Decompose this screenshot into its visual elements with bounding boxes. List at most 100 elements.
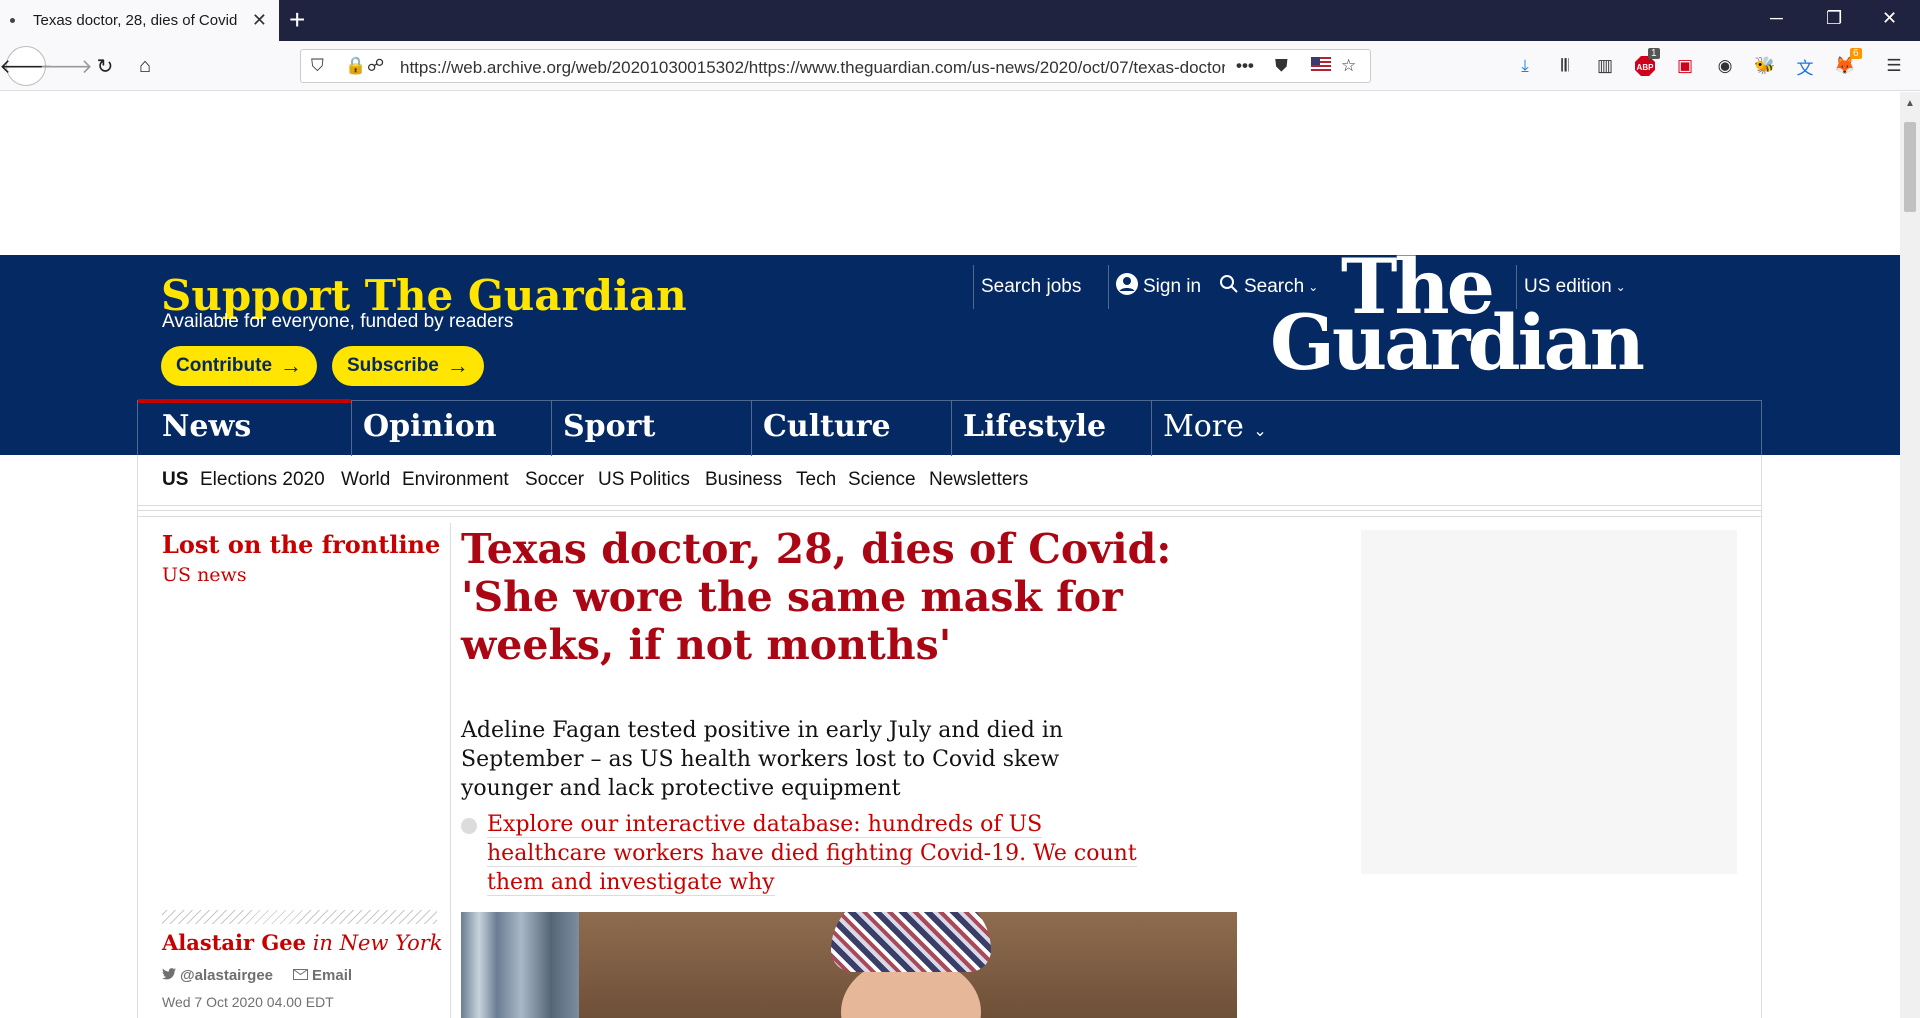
url-bar[interactable]: ⛉ 🔒 ☍ https://web.archive.org/web/202010… <box>300 49 1371 83</box>
image-curtain <box>461 912 579 1018</box>
wavy-divider <box>162 910 437 924</box>
browser-toolbar: 🡐 🡒 ↻ ⌂ ⛉ 🔒 ☍ https://web.archive.org/we… <box>0 41 1920 91</box>
subscribe-label: Subscribe <box>347 355 439 376</box>
support-subtitle: Available for everyone, funded by reader… <box>162 311 514 332</box>
search-jobs-link[interactable]: Search jobs <box>973 265 1081 309</box>
sub-navigation: US Elections 2020 World Environment Socc… <box>137 455 1762 505</box>
pillar-opinion[interactable]: Opinion <box>351 401 551 456</box>
adblock-badge: 1 <box>1648 48 1660 59</box>
lock-icon[interactable]: 🔒 <box>345 56 366 76</box>
sidebar-icon[interactable]: ▥ <box>1593 54 1617 78</box>
subnav-environment[interactable]: Environment <box>402 469 509 491</box>
contribute-label: Contribute <box>176 355 273 376</box>
restore-icon[interactable]: ❐ <box>1826 8 1842 29</box>
twitter-handle: @alastairgee <box>180 967 274 984</box>
top-ad-slot <box>0 92 1900 255</box>
article-standfirst: Adeline Fagan tested positive in early J… <box>461 718 1064 801</box>
search-icon <box>1219 274 1239 300</box>
window-close-icon[interactable]: ✕ <box>1882 8 1897 29</box>
guardian-header: Support The Guardian Available for every… <box>0 249 1900 456</box>
section-label[interactable]: US news <box>162 564 247 586</box>
chevron-down-icon: ⌄ <box>1253 421 1267 440</box>
translate-icon[interactable]: 文 <box>1793 54 1817 78</box>
author-social: @alastairgee Email <box>162 967 352 984</box>
author-name[interactable]: Alastair Gee <box>162 930 306 955</box>
reload-icon[interactable]: ↻ <box>89 50 121 82</box>
us-flag-icon[interactable] <box>1311 56 1331 76</box>
svg-text:ABP: ABP <box>1637 63 1655 72</box>
honey-icon[interactable]: 🐝 <box>1753 54 1777 78</box>
page-scrollbar[interactable]: ▲ <box>1900 92 1920 1018</box>
page-actions-icon[interactable]: ••• <box>1236 56 1254 76</box>
sign-in-label: Sign in <box>1143 276 1202 297</box>
home-icon[interactable]: ⌂ <box>129 50 161 82</box>
subnav-business[interactable]: Business <box>705 469 782 491</box>
pillar-more-label: More <box>1163 409 1244 444</box>
subnav-us[interactable]: US <box>162 469 188 491</box>
new-tab-icon[interactable]: + <box>289 6 305 34</box>
series-label[interactable]: Lost on the frontline <box>162 530 440 559</box>
byline: Alastair Gee in New York <box>162 930 443 955</box>
subnav-world[interactable]: World <box>341 469 390 491</box>
search-jobs-label: Search jobs <box>981 276 1082 297</box>
menu-icon[interactable]: ☰ <box>1882 54 1906 78</box>
image-scrub-cap <box>831 912 991 972</box>
subnav-tech[interactable]: Tech <box>796 469 836 491</box>
author-location: in New York <box>312 931 443 955</box>
explore-database-text: Explore our interactive database: hundre… <box>487 812 1137 896</box>
twitter-link[interactable]: @alastairgee <box>162 967 273 984</box>
publish-date: Wed 7 Oct 2020 04.00 EDT <box>162 994 334 1010</box>
downloads-icon[interactable]: ⤓ <box>1513 54 1537 78</box>
guardian-logo[interactable]: The Guardian <box>1270 249 1645 387</box>
subnav-elections[interactable]: Elections 2020 <box>200 469 325 491</box>
subscribe-button[interactable]: Subscribe → <box>332 346 484 386</box>
email-link[interactable]: Email <box>293 967 352 984</box>
pillar-news[interactable]: News <box>138 399 351 456</box>
pillar-lifestyle[interactable]: Lifestyle <box>951 401 1151 456</box>
right-ad-slot <box>1361 530 1737 874</box>
account-icon[interactable]: ◉ <box>1713 54 1737 78</box>
pillar-sport-label: Sport <box>563 409 656 444</box>
email-label: Email <box>312 967 353 984</box>
pillar-sport[interactable]: Sport <box>551 401 751 456</box>
pillar-more[interactable]: More ⌄ <box>1151 401 1351 456</box>
url-text[interactable]: https://web.archive.org/web/202010300153… <box>400 58 1225 78</box>
library-icon[interactable]: 𝄃𝄃 <box>1553 54 1577 78</box>
bookmark-star-icon[interactable]: ☆ <box>1341 56 1356 76</box>
logo-line-2: Guardian <box>1270 298 1645 387</box>
pillar-culture-label: Culture <box>763 409 891 444</box>
sign-in-link[interactable]: Sign in <box>1108 265 1201 309</box>
subnav-soccer[interactable]: Soccer <box>525 469 584 491</box>
tab-close-icon[interactable]: ✕ <box>252 11 267 29</box>
pillar-culture[interactable]: Culture <box>751 401 951 456</box>
article-headline: Texas doctor, 28, dies of Covid: 'She wo… <box>461 525 1172 669</box>
pillar-nav: News Opinion Sport Culture Lifestyle Mor… <box>137 399 1762 456</box>
browser-title-bar: Texas doctor, 28, dies of Covid: 'She wo… <box>0 0 1920 41</box>
pocket-icon[interactable]: ⛊ <box>1275 56 1288 76</box>
tracking-shield-icon[interactable]: ⛉ <box>311 56 324 76</box>
left-column-divider <box>450 523 451 1018</box>
twitter-icon <box>162 967 176 984</box>
save-page-icon[interactable]: ▣ <box>1673 54 1697 78</box>
pillar-opinion-label: Opinion <box>363 409 497 444</box>
scroll-thumb[interactable] <box>1904 122 1916 212</box>
minimize-icon[interactable]: ─ <box>1770 8 1783 29</box>
scroll-up-icon[interactable]: ▲ <box>1905 98 1915 109</box>
subnav-us-politics[interactable]: US Politics <box>598 469 690 491</box>
explore-database-link[interactable]: Explore our interactive database: hundre… <box>487 810 1147 897</box>
contribute-button[interactable]: Contribute → <box>161 346 318 386</box>
tab-title: Texas doctor, 28, dies of Covid: 'She wo… <box>33 12 238 29</box>
pillar-news-label: News <box>162 409 252 444</box>
browser-tab[interactable]: Texas doctor, 28, dies of Covid: 'She wo… <box>0 0 279 41</box>
user-icon <box>1116 273 1138 301</box>
article-main-image[interactable] <box>461 912 1237 1018</box>
subnav-science[interactable]: Science <box>848 469 916 491</box>
envelope-icon <box>293 967 309 984</box>
arrow-right-icon: → <box>446 353 469 378</box>
permissions-icon[interactable]: ☍ <box>367 56 384 76</box>
arrow-right-icon: → <box>280 353 303 378</box>
subnav-newsletters[interactable]: Newsletters <box>929 469 1028 491</box>
extension-badge: 6 <box>1850 48 1862 59</box>
subnav-divider <box>137 505 1762 517</box>
forward-icon[interactable]: 🡒 <box>39 50 93 82</box>
